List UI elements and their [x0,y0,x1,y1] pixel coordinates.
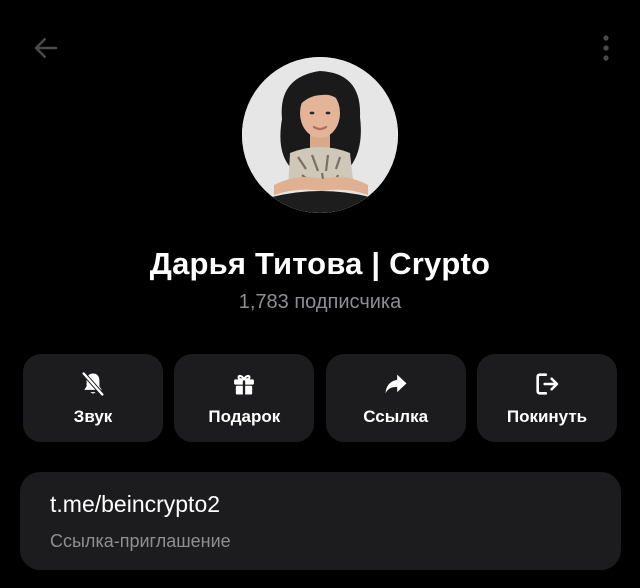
arrow-left-icon [34,38,58,58]
gift-label: Подарок [208,407,281,426]
invite-link-url[interactable]: t.me/beincrypto2 [50,491,220,518]
sound-label: Звук [73,407,113,426]
gift-button[interactable]: Подарок [174,354,315,442]
leave-button[interactable]: Покинуть [476,354,617,442]
share-arrow-icon [381,369,411,399]
subscriber-count: 1,783 подписчика [238,291,402,313]
share-link-label: Ссылка [363,407,429,426]
share-link-button[interactable]: Ссылка [325,354,466,442]
invite-link-card[interactable]: t.me/beincrypto2 Ссылка-приглашение [20,472,621,570]
more-options-button[interactable] [594,30,618,66]
bell-off-icon [78,369,108,399]
gift-icon [229,369,259,399]
back-button[interactable] [28,30,64,66]
invite-link-caption: Ссылка-приглашение [50,531,231,551]
action-bar: Звук Подарок Ссылка Покинуть [23,354,617,442]
avatar[interactable] [242,57,398,213]
channel-name: Дарья Титова | Crypto [149,246,491,281]
sound-button[interactable]: Звук [23,354,163,442]
leave-label: Покинуть [506,407,588,426]
profile-photo [242,57,398,213]
leave-icon [532,369,562,399]
more-vertical-icon [603,35,609,61]
channel-profile-screen: Дарья Титова | Crypto 1,783 подписчика З… [0,0,640,588]
